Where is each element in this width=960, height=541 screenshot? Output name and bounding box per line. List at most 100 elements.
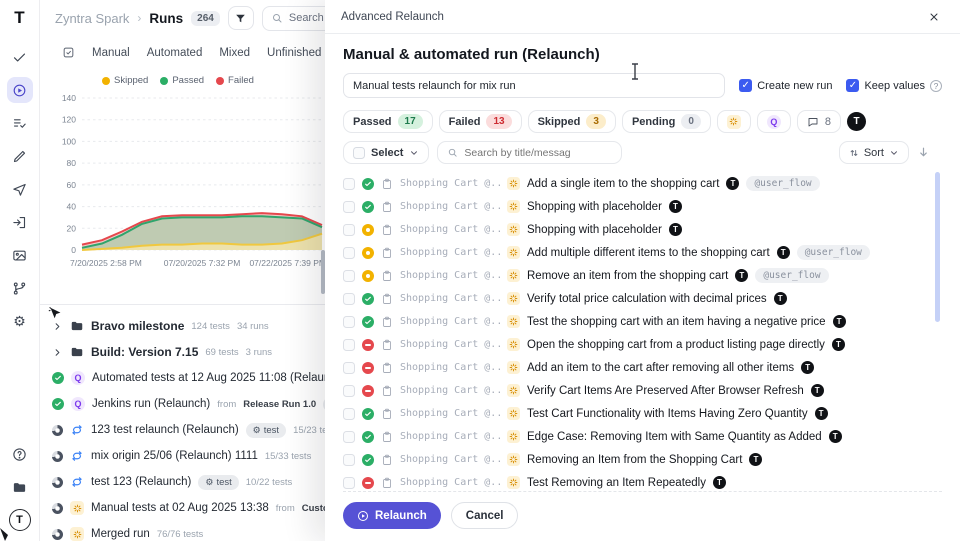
checked-checkbox-icon[interactable]: ✓ bbox=[739, 79, 752, 92]
reports-icon[interactable] bbox=[7, 242, 33, 268]
projects-icon[interactable] bbox=[7, 474, 33, 500]
group-tests-count: 124 tests bbox=[191, 321, 230, 332]
breadcrumb-project[interactable]: Zyntra Spark bbox=[55, 11, 129, 26]
assignee-avatar[interactable]: T bbox=[847, 112, 866, 131]
test-checkbox[interactable] bbox=[343, 247, 355, 259]
check-icon[interactable] bbox=[7, 44, 33, 70]
test-title: Removing an Item from the Shopping Cart bbox=[527, 454, 742, 466]
breadcrumb-page[interactable]: Runs bbox=[149, 11, 183, 26]
sort-label: Sort bbox=[864, 147, 884, 159]
test-checkbox[interactable] bbox=[343, 316, 355, 328]
close-icon[interactable] bbox=[928, 11, 940, 23]
filter-chip-pending[interactable]: Pending 0 bbox=[622, 110, 711, 133]
test-checkbox[interactable] bbox=[343, 178, 355, 190]
select-dropdown[interactable]: Select bbox=[343, 141, 429, 164]
tab-automated[interactable]: Automated bbox=[147, 47, 203, 59]
tests-search-input[interactable] bbox=[464, 147, 604, 159]
test-row[interactable]: Shopping Cart @... Add a single item to … bbox=[343, 172, 942, 195]
status-failed-icon bbox=[362, 385, 374, 397]
filter-chip-comments[interactable]: 8 bbox=[797, 110, 841, 133]
settings-icon[interactable]: ⚙ bbox=[7, 308, 33, 334]
relaunch-button[interactable]: Relaunch bbox=[343, 502, 441, 529]
test-row[interactable]: Shopping Cart @... Verify total price ca… bbox=[343, 287, 942, 310]
rail-bottom-icons: T bbox=[7, 441, 33, 533]
test-row[interactable]: Shopping Cart @... Removing an Item from… bbox=[343, 448, 942, 471]
run-name-input[interactable] bbox=[343, 73, 725, 98]
cancel-button[interactable]: Cancel bbox=[451, 502, 519, 529]
test-checkbox[interactable] bbox=[343, 454, 355, 466]
test-row[interactable]: Shopping Cart @... Add an item to the ca… bbox=[343, 356, 942, 379]
select-all-checkbox[interactable] bbox=[353, 147, 365, 159]
help-icon[interactable] bbox=[7, 441, 33, 467]
test-checkbox[interactable] bbox=[343, 385, 355, 397]
test-cases-icon[interactable] bbox=[7, 110, 33, 136]
branch-icon[interactable] bbox=[7, 275, 33, 301]
test-row[interactable]: Shopping Cart @... Test the shopping car… bbox=[343, 310, 942, 333]
run-from-value: Release Run 1.0 bbox=[243, 399, 316, 410]
test-row[interactable]: Shopping Cart @... Verify Cart Items Are… bbox=[343, 379, 942, 402]
chevron-right-icon[interactable] bbox=[52, 321, 63, 332]
tab-manual[interactable]: Manual bbox=[92, 47, 130, 59]
test-row[interactable]: Shopping Cart @... Edge Case: Removing I… bbox=[343, 425, 942, 448]
test-row[interactable]: Shopping Cart @... Remove an item from t… bbox=[343, 264, 942, 287]
manual-run-icon bbox=[507, 292, 520, 305]
chevron-right-icon[interactable] bbox=[52, 347, 63, 358]
test-checkbox[interactable] bbox=[343, 362, 355, 374]
test-row[interactable]: Shopping Cart @... Test Cart Functionali… bbox=[343, 402, 942, 425]
test-checkbox[interactable] bbox=[343, 431, 355, 443]
folder-icon bbox=[70, 319, 84, 333]
send-icon[interactable] bbox=[7, 176, 33, 202]
tab-mixed[interactable]: Mixed bbox=[219, 47, 250, 59]
modal-scrollbar-thumb[interactable] bbox=[935, 172, 940, 322]
test-checkbox[interactable] bbox=[343, 201, 355, 213]
status-in-progress-icon bbox=[52, 477, 63, 488]
help-icon[interactable]: ? bbox=[930, 80, 942, 92]
test-title: Remove an item from the shopping cart bbox=[527, 270, 728, 282]
test-tag: @user_flow bbox=[746, 176, 819, 191]
test-row[interactable]: Shopping Cart @... Shopping with placeho… bbox=[343, 195, 942, 218]
tab-unfinished[interactable]: Unfinished bbox=[267, 47, 321, 59]
test-checkbox[interactable] bbox=[343, 224, 355, 236]
sort-dropdown[interactable]: Sort bbox=[839, 141, 909, 164]
pen-icon[interactable] bbox=[7, 143, 33, 169]
run-title: Manual tests at 02 Aug 2025 13:38 bbox=[91, 502, 269, 514]
tests-list: Shopping Cart @... Add a single item to … bbox=[343, 172, 942, 491]
filter-chip-passed[interactable]: Passed 17 bbox=[343, 110, 433, 133]
test-checkbox[interactable] bbox=[343, 477, 355, 489]
group-tests-count: 69 tests bbox=[205, 347, 238, 358]
test-case-icon bbox=[381, 293, 393, 305]
import-icon[interactable] bbox=[7, 209, 33, 235]
legend-dot bbox=[216, 77, 224, 85]
manual-run-icon bbox=[507, 476, 520, 489]
status-in-progress-icon bbox=[52, 529, 63, 540]
user-avatar[interactable]: T bbox=[7, 507, 33, 533]
manual-run-icon bbox=[70, 527, 84, 541]
filter-chip-automated[interactable]: Q bbox=[757, 110, 791, 133]
filter-chip-manual[interactable] bbox=[717, 110, 751, 133]
sort-direction-icon[interactable] bbox=[917, 146, 930, 159]
app-root: T ⚙ T Zyntra Spark › Runs 264 ManualAuto… bbox=[0, 0, 960, 541]
checked-checkbox-icon[interactable]: ✓ bbox=[846, 79, 859, 92]
runs-icon[interactable] bbox=[7, 77, 33, 103]
assignee-avatar: T bbox=[774, 292, 787, 305]
test-case-icon bbox=[381, 224, 393, 236]
run-checklist-icon bbox=[62, 46, 75, 59]
test-row[interactable]: Shopping Cart @... Test Removing an Item… bbox=[343, 471, 942, 491]
manual-run-icon bbox=[507, 453, 520, 466]
checkbox-keep-values[interactable]: ✓ Keep values ? bbox=[846, 79, 942, 92]
svg-text:140: 140 bbox=[62, 93, 76, 103]
test-row[interactable]: Shopping Cart @... Open the shopping car… bbox=[343, 333, 942, 356]
test-checkbox[interactable] bbox=[343, 339, 355, 351]
test-checkbox[interactable] bbox=[343, 270, 355, 282]
test-row[interactable]: Shopping Cart @... Add multiple differen… bbox=[343, 241, 942, 264]
tests-search[interactable] bbox=[437, 141, 622, 164]
checkbox-create-new-run[interactable]: ✓ Create new run bbox=[739, 79, 832, 92]
test-checkbox[interactable] bbox=[343, 408, 355, 420]
filter-button[interactable] bbox=[228, 6, 254, 30]
run-title: 123 test relaunch (Relaunch) bbox=[91, 424, 239, 436]
test-row[interactable]: Shopping Cart @... Shopping with placeho… bbox=[343, 218, 942, 241]
filter-chip-failed[interactable]: Failed 13 bbox=[439, 110, 522, 133]
modal-title: Advanced Relaunch bbox=[341, 11, 444, 23]
test-checkbox[interactable] bbox=[343, 293, 355, 305]
filter-chip-skipped[interactable]: Skipped 3 bbox=[528, 110, 616, 133]
